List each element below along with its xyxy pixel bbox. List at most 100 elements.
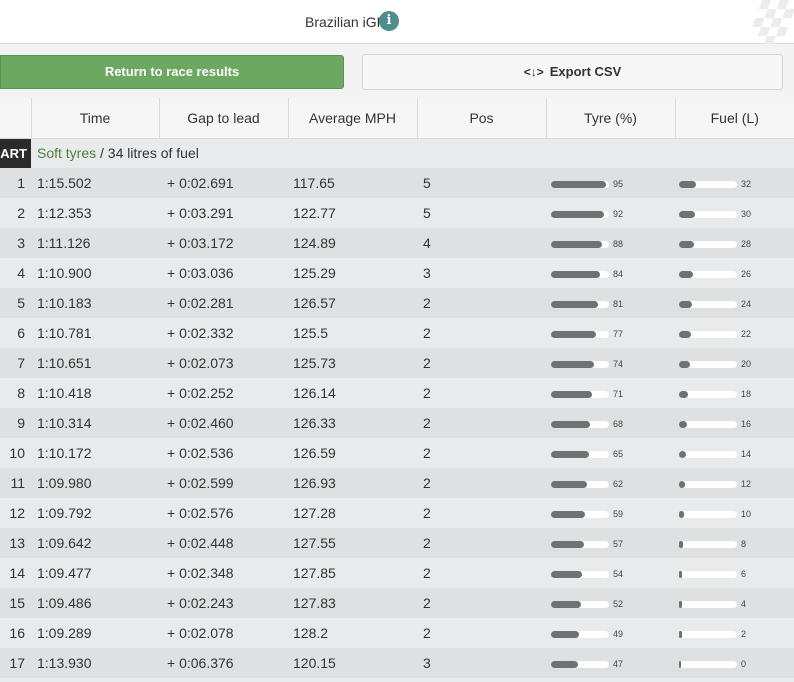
lap-time: 1:10.781: [31, 318, 159, 348]
table-row: 15 1:09.486 + 0:02.243 127.83 2 52 4: [0, 588, 794, 618]
average-mph: 125.5: [288, 318, 417, 348]
fuel-bar-fill: [679, 360, 690, 368]
fuel-bar: [679, 630, 737, 638]
tyre-bar: [551, 450, 609, 458]
fuel-value: 30: [741, 209, 752, 220]
tyre-cell: 59: [546, 498, 675, 528]
export-csv-button[interactable]: <↓> Export CSV: [362, 54, 783, 90]
fuel-cell: 22: [675, 318, 794, 348]
position: 4: [417, 228, 546, 258]
tyre-bar-fill: [551, 630, 579, 638]
fuel-value: 2: [741, 629, 747, 640]
gap-to-lead: + 0:02.691: [159, 168, 288, 198]
tyre-cell: 57: [546, 528, 675, 558]
fuel-bar: [679, 450, 737, 458]
tyre-cell: 92: [546, 198, 675, 228]
table-row: 17 1:13.930 + 0:06.376 120.15 3 47 0: [0, 648, 794, 678]
tyre-value: 88: [613, 239, 624, 250]
gap-to-lead: + 0:02.599: [159, 468, 288, 498]
fuel-value: 6: [741, 569, 747, 580]
tyre-value: 81: [613, 299, 624, 310]
position: 2: [417, 318, 546, 348]
fuel-bar: [679, 480, 737, 488]
fuel-bar-fill: [679, 270, 693, 278]
col-tyre[interactable]: Tyre (%): [545, 98, 675, 139]
return-to-race-results-button[interactable]: Return to race results: [0, 55, 344, 89]
position: 2: [417, 618, 546, 648]
fuel-value: 12: [741, 479, 752, 490]
lap-number: 2: [0, 198, 31, 228]
fuel-cell: 6: [675, 558, 794, 588]
tyre-bar-fill: [551, 390, 592, 398]
fuel-cell: 32: [675, 168, 794, 198]
position: 2: [417, 438, 546, 468]
tyre-bar-fill: [551, 360, 594, 368]
tyre-value: 77: [613, 329, 624, 340]
tyre-type-link[interactable]: Soft tyres: [37, 145, 96, 161]
fuel-bar: [679, 390, 737, 398]
position: 5: [417, 198, 546, 228]
lap-time: 1:09.289: [31, 618, 159, 648]
gap-to-lead: + 0:02.536: [159, 438, 288, 468]
tyre-bar-fill: [551, 210, 604, 218]
start-row: ART Soft tyres / 34 litres of fuel: [0, 138, 794, 168]
fuel-bar: [679, 600, 737, 608]
tyre-cell: 84: [546, 258, 675, 288]
lap-number: 8: [0, 378, 31, 408]
tyre-bar-fill: [551, 270, 600, 278]
fuel-bar: [679, 240, 737, 248]
tyre-value: 49: [613, 629, 624, 640]
fuel-bar-fill: [679, 570, 682, 578]
tyre-cell: 77: [546, 318, 675, 348]
tyre-cell: 95: [546, 168, 675, 198]
tyre-value: 84: [613, 269, 624, 280]
average-mph: 127.85: [288, 558, 417, 588]
gap-to-lead: + 0:02.078: [159, 618, 288, 648]
tyre-bar: [551, 660, 609, 668]
tyre-value: 68: [613, 419, 624, 430]
fuel-cell: 12: [675, 468, 794, 498]
tyre-bar: [551, 300, 609, 308]
gap-to-lead: + 0:02.252: [159, 378, 288, 408]
tyre-value: 52: [613, 599, 624, 610]
lap-time: 1:09.486: [31, 588, 159, 618]
col-fuel[interactable]: Fuel (L): [674, 98, 794, 139]
position: 2: [417, 558, 546, 588]
fuel-cell: 8: [675, 528, 794, 558]
tyre-value: 92: [613, 209, 624, 220]
info-icon[interactable]: i: [379, 11, 399, 31]
col-mph[interactable]: Average MPH: [287, 98, 417, 139]
fuel-value: 26: [741, 269, 752, 280]
table-row: 2 1:12.353 + 0:03.291 122.77 5 92 30: [0, 198, 794, 228]
tyre-bar: [551, 420, 609, 428]
position: 2: [417, 468, 546, 498]
gap-to-lead: + 0:02.243: [159, 588, 288, 618]
table-row: 13 1:09.642 + 0:02.448 127.55 2 57 8: [0, 528, 794, 558]
tyre-bar-fill: [551, 450, 589, 458]
col-time[interactable]: Time: [30, 98, 159, 139]
position: 2: [417, 528, 546, 558]
tyre-bar-fill: [551, 300, 598, 308]
fuel-bar: [679, 420, 737, 428]
fuel-cell: 20: [675, 348, 794, 378]
tyre-cell: 54: [546, 558, 675, 588]
tyre-bar-fill: [551, 480, 587, 488]
position: 2: [417, 288, 546, 318]
tyre-cell: 49: [546, 618, 675, 648]
col-pos[interactable]: Pos: [416, 98, 546, 139]
tyre-value: 57: [613, 539, 624, 550]
top-bar: Brazilian iGP i: [0, 0, 794, 44]
average-mph: 125.73: [288, 348, 417, 378]
gap-to-lead: + 0:03.172: [159, 228, 288, 258]
fuel-value: 14: [741, 449, 752, 460]
fuel-bar: [679, 270, 737, 278]
tyre-value: 54: [613, 569, 624, 580]
position: 2: [417, 588, 546, 618]
col-gap[interactable]: Gap to lead: [158, 98, 288, 139]
fuel-cell: 10: [675, 498, 794, 528]
average-mph: 126.59: [288, 438, 417, 468]
tyre-bar: [551, 570, 609, 578]
fuel-value: 28: [741, 239, 752, 250]
average-mph: 127.83: [288, 588, 417, 618]
tyre-value: 47: [613, 659, 624, 670]
